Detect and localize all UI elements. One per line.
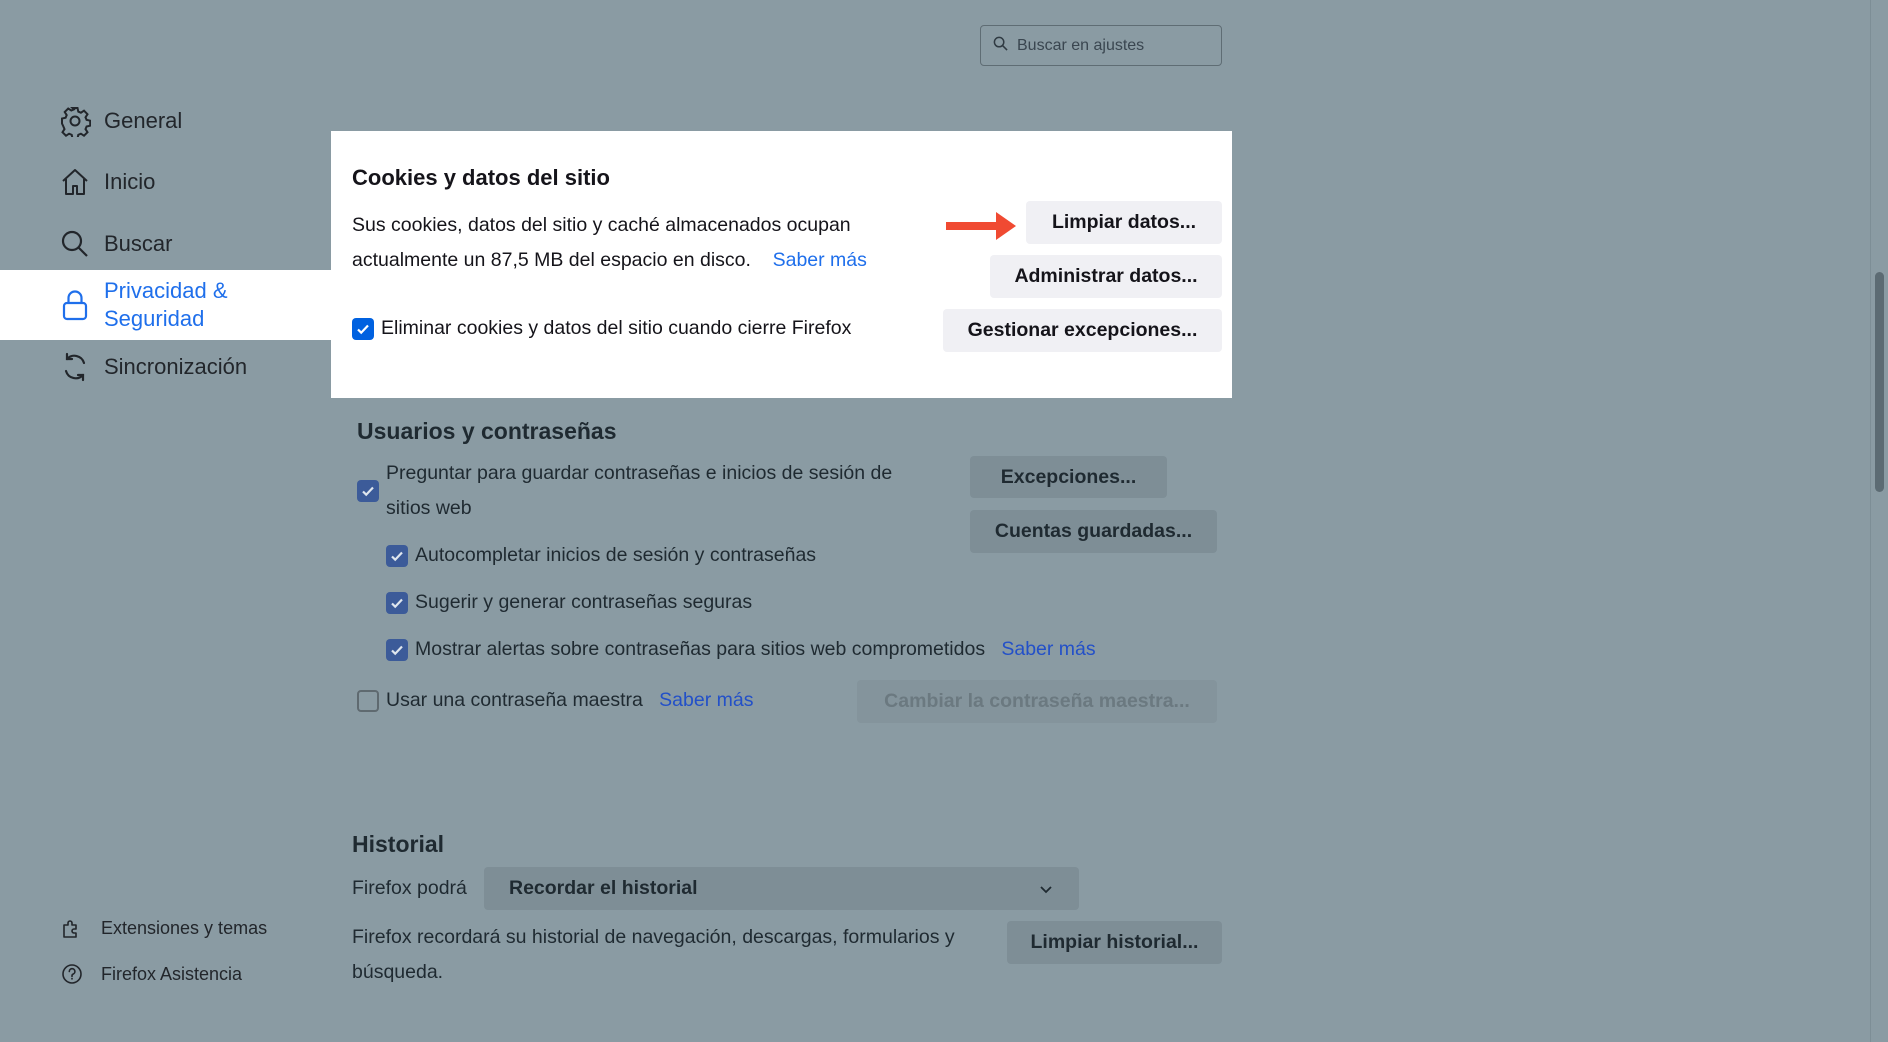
sidebar-item-inicio[interactable]: Inicio bbox=[0, 162, 331, 202]
sidebar-item-label: Privacidad & Seguridad bbox=[104, 277, 228, 333]
sidebar-label-line: Privacidad & bbox=[104, 278, 228, 303]
sidebar-item-privacidad[interactable]: Privacidad & Seguridad bbox=[0, 270, 331, 340]
sidebar-footer-extensions[interactable]: Extensiones y temas bbox=[60, 915, 267, 941]
sync-icon bbox=[58, 350, 92, 384]
breach-alerts-label: Mostrar alertas sobre contraseñas para s… bbox=[415, 632, 1096, 667]
search-placeholder: Buscar en ajustes bbox=[1017, 36, 1145, 54]
search-icon bbox=[58, 227, 92, 261]
scrollbar-track[interactable] bbox=[1870, 0, 1888, 1042]
master-password-text: Usar una contraseña maestra bbox=[386, 689, 643, 711]
ask-save-passwords-label: Preguntar para guardar contraseñas e ini… bbox=[386, 456, 946, 526]
sidebar-footer-label: Extensiones y temas bbox=[101, 917, 268, 938]
delete-cookies-on-close-label: Eliminar cookies y datos del sitio cuand… bbox=[381, 317, 852, 339]
passwords-section-title: Usuarios y contraseñas bbox=[357, 418, 617, 444]
suggest-passwords-checkbox[interactable] bbox=[386, 592, 408, 614]
history-description: Firefox recordará su historial de navega… bbox=[352, 920, 1012, 990]
sidebar-item-label: General bbox=[104, 108, 183, 133]
history-mode-value: Recordar el historial bbox=[509, 877, 698, 899]
autofill-checkbox[interactable] bbox=[386, 545, 408, 567]
chevron-down-icon bbox=[1038, 880, 1054, 903]
ask-save-passwords-checkbox[interactable] bbox=[357, 480, 379, 502]
sidebar-item-general[interactable]: General bbox=[0, 101, 331, 141]
saved-logins-button[interactable]: Cuentas guardadas... bbox=[970, 510, 1217, 553]
master-password-label: Usar una contraseña maestra Saber más bbox=[386, 683, 753, 718]
suggest-passwords-label: Sugerir y generar contraseñas seguras bbox=[415, 591, 753, 613]
history-description-line: búsqueda. bbox=[352, 961, 444, 983]
breach-alerts-learn-more-link[interactable]: Saber más bbox=[1001, 638, 1095, 660]
sidebar-item-label: Buscar bbox=[104, 231, 173, 256]
clear-data-button[interactable]: Limpiar datos... bbox=[1026, 201, 1222, 244]
scrollbar-thumb[interactable] bbox=[1875, 272, 1884, 492]
ask-save-line: sitios web bbox=[386, 497, 472, 519]
manage-data-button[interactable]: Administrar datos... bbox=[990, 255, 1222, 298]
arrow-right-icon bbox=[946, 210, 1018, 247]
cookies-section-title: Cookies y datos del sitio bbox=[352, 165, 610, 190]
sidebar-item-buscar[interactable]: Buscar bbox=[0, 224, 331, 264]
change-master-password-button[interactable]: Cambiar la contraseña maestra... bbox=[857, 680, 1217, 723]
lock-icon bbox=[58, 288, 92, 322]
cookies-section-card: Cookies y datos del sitio Sus cookies, d… bbox=[331, 131, 1232, 398]
search-icon bbox=[993, 36, 1008, 56]
sidebar-footer-label: Firefox Asistencia bbox=[101, 963, 243, 984]
history-section-title: Historial bbox=[352, 831, 445, 857]
ask-save-line: Preguntar para guardar contraseñas e ini… bbox=[386, 462, 893, 484]
search-input[interactable]: Buscar en ajustes bbox=[980, 25, 1222, 66]
sidebar-item-label: Inicio bbox=[104, 169, 156, 194]
manage-exceptions-button[interactable]: Gestionar excepciones... bbox=[943, 309, 1222, 352]
master-password-checkbox[interactable] bbox=[357, 690, 379, 712]
master-password-learn-more-link[interactable]: Saber más bbox=[659, 689, 753, 711]
autofill-label: Autocompletar inicios de sesión y contra… bbox=[415, 544, 817, 566]
home-icon bbox=[58, 165, 92, 199]
clear-history-button[interactable]: Limpiar historial... bbox=[1007, 921, 1222, 964]
breach-alerts-text: Mostrar alertas sobre contraseñas para s… bbox=[415, 638, 986, 660]
breach-alerts-checkbox[interactable] bbox=[386, 639, 408, 661]
puzzle-icon bbox=[60, 916, 84, 940]
history-mode-select[interactable]: Recordar el historial bbox=[484, 867, 1079, 910]
history-description-line: Firefox recordará su historial de navega… bbox=[352, 926, 955, 948]
password-exceptions-button[interactable]: Excepciones... bbox=[970, 456, 1167, 498]
sidebar-item-sincronizacion[interactable]: Sincronización bbox=[0, 347, 331, 387]
delete-cookies-on-close-checkbox[interactable] bbox=[352, 318, 374, 340]
sidebar-item-label: Sincronización bbox=[104, 354, 248, 379]
sidebar-footer-help[interactable]: Firefox Asistencia bbox=[60, 961, 242, 987]
sidebar-label-line: Seguridad bbox=[104, 306, 205, 331]
help-icon bbox=[60, 962, 84, 986]
cookies-description: Sus cookies, datos del sitio y caché alm… bbox=[352, 208, 912, 278]
cookies-learn-more-link[interactable]: Saber más bbox=[773, 249, 867, 271]
gear-icon bbox=[58, 104, 92, 138]
history-mode-label: Firefox podrá bbox=[352, 877, 467, 899]
